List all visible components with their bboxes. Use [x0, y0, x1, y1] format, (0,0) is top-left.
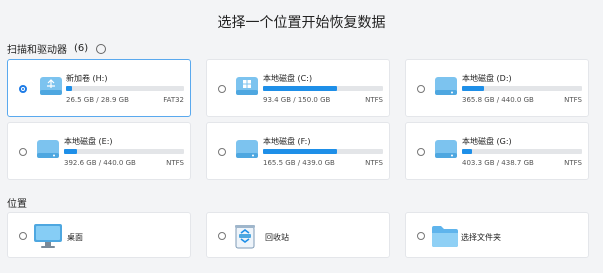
- drives-count: (6): [74, 43, 89, 54]
- drive-name: 本地磁盘 (F:): [263, 137, 311, 146]
- usage-bar: [263, 149, 383, 154]
- desktop-icon: [34, 224, 62, 248]
- drive-size: 26.5 GB / 28.9 GB: [66, 96, 129, 104]
- drive-card-c[interactable]: 本地磁盘 (C:) 93.4 GB / 150.0 GB NTFS: [206, 59, 390, 117]
- usage-bar-fill: [263, 86, 338, 91]
- location-radio[interactable]: [218, 232, 226, 240]
- drive-name: 本地磁盘 (E:): [64, 137, 113, 146]
- usage-bar-fill: [64, 149, 78, 154]
- drive-filesystem: NTFS: [365, 96, 383, 104]
- location-card-recycle-bin[interactable]: 回收站: [206, 212, 390, 258]
- drive-size: 392.6 GB / 440.0 GB: [64, 159, 136, 167]
- location-label: 回收站: [265, 233, 289, 242]
- hard-drive-icon: [236, 140, 258, 158]
- usage-bar: [263, 86, 383, 91]
- drive-size: 403.3 GB / 438.7 GB: [462, 159, 534, 167]
- hard-drive-icon: [435, 77, 457, 95]
- locations-section-header: 位置: [7, 195, 27, 210]
- drive-name: 本地磁盘 (G:): [462, 137, 512, 146]
- folder-icon: [432, 226, 458, 247]
- drive-card-f[interactable]: 本地磁盘 (F:) 165.5 GB / 439.0 GB NTFS: [206, 122, 390, 180]
- drive-name: 本地磁盘 (C:): [263, 74, 313, 83]
- info-icon[interactable]: [96, 43, 107, 54]
- location-label: 选择文件夹: [461, 233, 501, 242]
- drive-radio[interactable]: [417, 85, 425, 93]
- location-card-select-folder[interactable]: 选择文件夹: [405, 212, 589, 258]
- drive-name: 本地磁盘 (D:): [462, 74, 512, 83]
- usage-bar-fill: [462, 149, 472, 154]
- drive-card-h[interactable]: 新加卷 (H:) 26.5 GB / 28.9 GB FAT32: [7, 59, 191, 117]
- drive-radio[interactable]: [19, 148, 27, 156]
- usage-bar-fill: [462, 86, 484, 91]
- drive-radio[interactable]: [19, 85, 27, 93]
- drive-filesystem: NTFS: [564, 159, 582, 167]
- drive-size: 165.5 GB / 439.0 GB: [263, 159, 335, 167]
- windows-drive-icon: [236, 77, 258, 95]
- location-label: 桌面: [67, 233, 83, 242]
- usage-bar-fill: [263, 149, 338, 154]
- drive-filesystem: NTFS: [365, 159, 383, 167]
- drive-size: 365.8 GB / 440.0 GB: [462, 96, 534, 104]
- drives-section-label: 扫描和驱动器: [7, 45, 67, 56]
- usage-bar: [64, 149, 184, 154]
- drive-name: 新加卷 (H:): [66, 74, 108, 83]
- drive-card-d[interactable]: 本地磁盘 (D:) 365.8 GB / 440.0 GB NTFS: [405, 59, 589, 117]
- location-radio[interactable]: [417, 232, 425, 240]
- locations-section-label: 位置: [7, 199, 27, 210]
- usage-bar: [462, 149, 582, 154]
- recycle-bin-icon: [235, 225, 255, 249]
- drive-filesystem: FAT32: [163, 96, 184, 104]
- drive-radio[interactable]: [218, 85, 226, 93]
- drive-radio[interactable]: [417, 148, 425, 156]
- drive-filesystem: NTFS: [564, 96, 582, 104]
- location-card-desktop[interactable]: 桌面: [7, 212, 191, 258]
- usage-bar: [66, 86, 184, 91]
- usb-drive-icon: [40, 77, 62, 95]
- drive-card-g[interactable]: 本地磁盘 (G:) 403.3 GB / 438.7 GB NTFS: [405, 122, 589, 180]
- hard-drive-icon: [37, 140, 59, 158]
- drive-radio[interactable]: [218, 148, 226, 156]
- page-title: 选择一个位置开始恢复数据: [217, 15, 386, 31]
- drive-size: 93.4 GB / 150.0 GB: [263, 96, 331, 104]
- hard-drive-icon: [435, 140, 457, 158]
- usage-bar-fill: [66, 86, 72, 91]
- location-radio[interactable]: [19, 232, 27, 240]
- drives-section-header: 扫描和驱动器 (6): [7, 41, 107, 56]
- drive-card-e[interactable]: 本地磁盘 (E:) 392.6 GB / 440.0 GB NTFS: [7, 122, 191, 180]
- drive-filesystem: NTFS: [166, 159, 184, 167]
- usage-bar: [462, 86, 582, 91]
